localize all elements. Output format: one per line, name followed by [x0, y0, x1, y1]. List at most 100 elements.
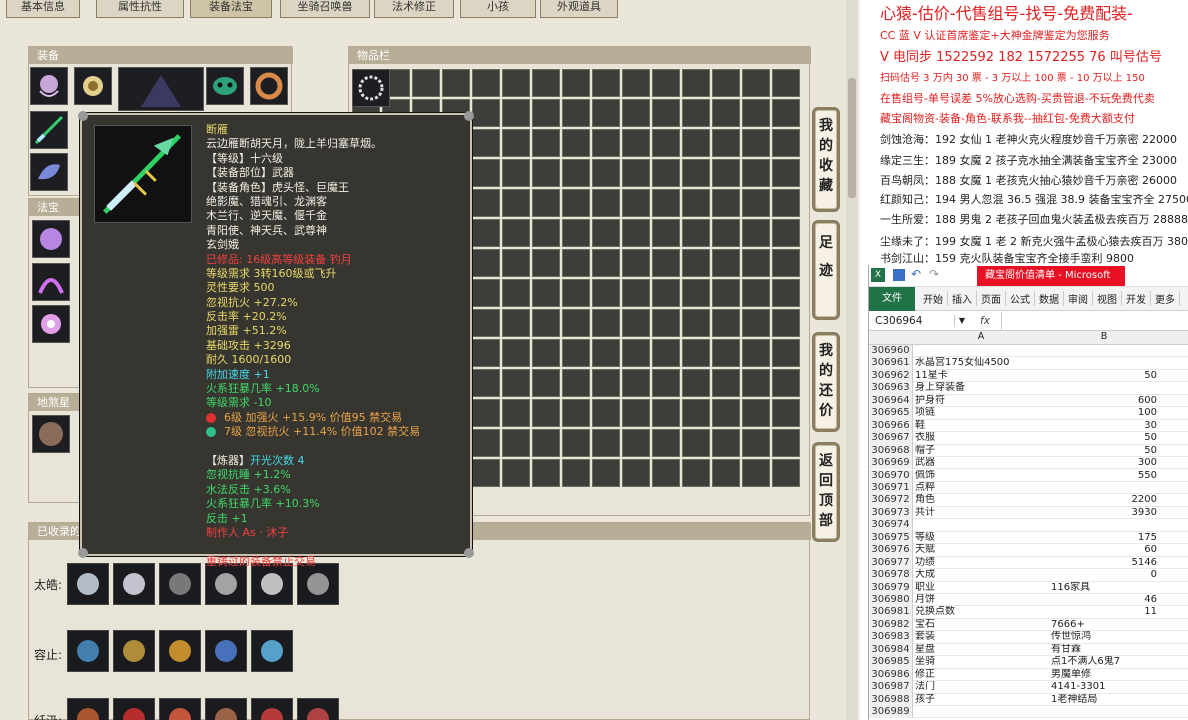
cell-b[interactable]: 11 — [1049, 606, 1157, 618]
inventory-slot[interactable] — [682, 339, 710, 367]
save-icon[interactable] — [893, 269, 905, 281]
tab-1[interactable]: 属性抗性 — [96, 0, 184, 18]
inventory-slot[interactable] — [472, 69, 500, 97]
cell-b[interactable]: 4141-3301 — [1049, 681, 1157, 693]
cell-a[interactable]: 法门 — [915, 681, 1047, 693]
inventory-slot[interactable] — [592, 129, 620, 157]
cell-a[interactable]: 佩饰 — [915, 470, 1047, 482]
equip-slot-necklace[interactable] — [74, 67, 112, 105]
cell-a[interactable]: 护身符 — [915, 395, 1047, 407]
inventory-slot[interactable] — [652, 429, 680, 457]
collection-item-slot[interactable] — [67, 698, 109, 720]
inventory-slot[interactable] — [652, 309, 680, 337]
inventory-slot[interactable] — [742, 279, 770, 307]
inventory-slot[interactable] — [772, 129, 800, 157]
cell-a[interactable]: 功绩 — [915, 557, 1047, 569]
inventory-slot[interactable] — [652, 189, 680, 217]
inventory-slot[interactable] — [682, 99, 710, 127]
cell-b[interactable]: 男魔单修 — [1049, 669, 1157, 681]
inventory-slot[interactable] — [772, 339, 800, 367]
collection-item-slot[interactable] — [205, 563, 247, 605]
inventory-slot[interactable] — [472, 399, 500, 427]
cell-a[interactable]: 天赋 — [915, 544, 1047, 556]
inventory-slot[interactable] — [622, 159, 650, 187]
row-number[interactable]: 306968 — [869, 444, 913, 458]
inventory-slot[interactable] — [772, 219, 800, 247]
row-number[interactable]: 306969 — [869, 457, 913, 470]
inventory-slot[interactable] — [622, 219, 650, 247]
ribbon-tab[interactable]: 插入 — [948, 291, 977, 306]
inventory-slot[interactable] — [532, 339, 560, 367]
inventory-slot[interactable] — [562, 69, 590, 97]
collection-item-slot[interactable] — [205, 698, 247, 720]
row-number[interactable]: 306973 — [869, 506, 913, 520]
inventory-slot[interactable] — [772, 459, 800, 487]
cell-b[interactable]: 300 — [1049, 457, 1157, 469]
inventory-slot[interactable] — [472, 189, 500, 217]
inventory-slot[interactable] — [682, 129, 710, 157]
treasure-slot-2[interactable] — [32, 263, 70, 301]
inventory-slot[interactable] — [472, 99, 500, 127]
inventory-slot[interactable] — [772, 399, 800, 427]
row-number[interactable]: 306981 — [869, 606, 913, 619]
row-number[interactable]: 306978 — [869, 569, 913, 582]
inventory-slot[interactable] — [502, 249, 530, 277]
inventory-slot-chain[interactable] — [352, 69, 390, 107]
equip-slot-mask[interactable] — [206, 67, 244, 105]
inventory-slot[interactable] — [622, 309, 650, 337]
cell-a[interactable]: 点粹 — [915, 482, 1047, 494]
inventory-slot[interactable] — [742, 429, 770, 457]
cell-b[interactable]: 点1不满人6鬼7 — [1049, 656, 1157, 668]
inventory-slot[interactable] — [682, 399, 710, 427]
cell-a[interactable]: 11星卡 — [915, 370, 1047, 382]
row-number[interactable]: 306989 — [869, 706, 913, 719]
inventory-slot[interactable] — [592, 309, 620, 337]
cell-a[interactable]: 等级 — [915, 532, 1047, 544]
inventory-slot[interactable] — [772, 159, 800, 187]
row-number[interactable]: 306985 — [869, 656, 913, 669]
cell-b[interactable]: 1老神结局 — [1049, 694, 1157, 706]
inventory-slot[interactable] — [622, 129, 650, 157]
row-number[interactable]: 306980 — [869, 594, 913, 607]
equip-slot-hat[interactable] — [30, 67, 68, 105]
inventory-slot[interactable] — [562, 459, 590, 487]
redo-icon[interactable]: ↷ — [929, 267, 939, 281]
inventory-slot[interactable] — [502, 159, 530, 187]
inventory-slot[interactable] — [712, 279, 740, 307]
tab-2[interactable]: 装备法宝 — [190, 0, 272, 18]
inventory-slot[interactable] — [592, 369, 620, 397]
fx-button[interactable]: fx — [969, 315, 1001, 327]
inventory-slot[interactable] — [472, 159, 500, 187]
inventory-slot[interactable] — [652, 279, 680, 307]
inventory-slot[interactable] — [622, 99, 650, 127]
row-number[interactable]: 306984 — [869, 643, 913, 657]
cell-a[interactable]: 孩子 — [915, 694, 1047, 706]
collection-item-slot[interactable] — [297, 563, 339, 605]
row-number[interactable]: 306966 — [869, 419, 913, 433]
inventory-slot[interactable] — [532, 189, 560, 217]
collection-item-slot[interactable] — [113, 563, 155, 605]
inventory-slot[interactable] — [652, 369, 680, 397]
cell-b[interactable]: 175 — [1049, 532, 1157, 544]
inventory-slot[interactable] — [712, 399, 740, 427]
cell-a[interactable]: 星盘 — [915, 644, 1047, 656]
row-number[interactable]: 306977 — [869, 556, 913, 570]
cell-a[interactable]: 武器 — [915, 457, 1047, 469]
inventory-slot[interactable] — [532, 69, 560, 97]
collection-item-slot[interactable] — [251, 630, 293, 672]
row-number[interactable]: 306961 — [869, 357, 913, 370]
inventory-slot[interactable] — [502, 429, 530, 457]
inventory-slot[interactable] — [472, 429, 500, 457]
inventory-slot[interactable] — [562, 159, 590, 187]
inventory-slot[interactable] — [562, 399, 590, 427]
collection-item-slot[interactable] — [113, 698, 155, 720]
column-header-b[interactable]: B — [1049, 331, 1159, 342]
treasure-slot-1[interactable] — [32, 220, 70, 258]
inventory-slot[interactable] — [682, 429, 710, 457]
inventory-slot[interactable] — [772, 249, 800, 277]
inventory-slot[interactable] — [742, 249, 770, 277]
cell-a[interactable]: 鞋 — [915, 420, 1047, 432]
inventory-slot[interactable] — [472, 279, 500, 307]
cell-b[interactable]: 116家具 — [1049, 582, 1157, 594]
scrollbar-thumb[interactable] — [848, 78, 856, 198]
